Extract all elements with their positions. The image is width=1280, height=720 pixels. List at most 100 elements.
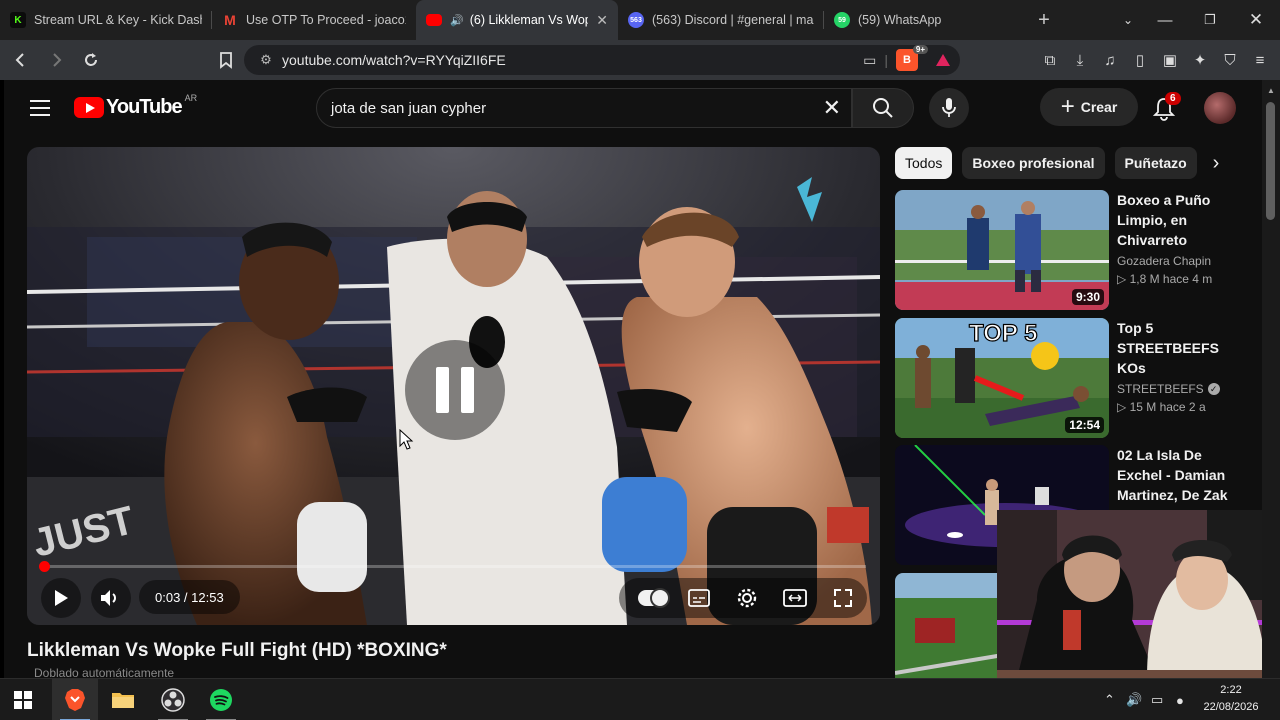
time-display: 0:03 / 12:53: [139, 580, 240, 614]
notifications-button[interactable]: 6: [1149, 92, 1181, 124]
volume-icon: [101, 590, 116, 606]
video-player[interactable]: JUST 0:03 / 12:53: [27, 147, 880, 625]
search-button[interactable]: [852, 88, 914, 128]
video-thumbnail[interactable]: TOP 5 12:54: [895, 318, 1109, 438]
downloads-icon[interactable]: ⤓: [1069, 49, 1091, 71]
chip-todos[interactable]: Todos: [895, 147, 953, 179]
new-tab-button[interactable]: +: [1024, 0, 1064, 40]
fullscreen-icon: [834, 589, 852, 607]
menu-icon[interactable]: ≡: [1249, 49, 1271, 71]
brave-shields-icon[interactable]: B 9+: [896, 45, 928, 71]
shields-badge: 9+: [912, 45, 928, 54]
video-thumbnail[interactable]: 9:30: [895, 190, 1109, 310]
taskbar-obs[interactable]: [150, 679, 196, 720]
settings-button[interactable]: [729, 582, 765, 614]
reload-button[interactable]: [76, 45, 106, 75]
autoplay-toggle[interactable]: [635, 582, 671, 614]
tab-title: Stream URL & Key - Kick Dash: [34, 13, 202, 27]
hamburger-menu-icon[interactable]: [28, 98, 52, 118]
close-window-button[interactable]: ✕: [1234, 0, 1278, 40]
taskbar-brave[interactable]: [52, 679, 98, 720]
theater-mode-button[interactable]: [777, 582, 813, 614]
recommendation-item[interactable]: TOP 5 12:54 Top 5 STREETBEEFS KOs STREET…: [895, 318, 1235, 438]
country-code: AR: [184, 92, 198, 103]
forward-button[interactable]: [41, 45, 71, 75]
start-button[interactable]: [0, 679, 46, 720]
spotify-icon: [210, 689, 232, 711]
wallet-icon[interactable]: ▣: [1159, 49, 1181, 71]
cast-icon[interactable]: ▭: [863, 52, 876, 69]
site-info-icon[interactable]: ⚙: [252, 52, 280, 68]
progress-bar[interactable]: [39, 561, 866, 572]
kick-icon: K: [10, 12, 26, 28]
screen: K Stream URL & Key - Kick Dash M Use OTP…: [0, 0, 1280, 720]
chips-next-chevron-icon[interactable]: ›: [1200, 147, 1232, 179]
speaker-tray-icon[interactable]: 🔊: [1126, 679, 1142, 720]
play-button[interactable]: [41, 578, 81, 618]
volume-button[interactable]: [91, 578, 131, 618]
channel-row[interactable]: STREETBEEFS ✓: [1117, 382, 1239, 396]
taskbar-spotify[interactable]: [198, 679, 244, 720]
tab-title: (59) WhatsApp: [858, 13, 942, 27]
recommendation-title[interactable]: Boxeo a Puño Limpio, en Chivarreto Edici…: [1117, 190, 1239, 250]
verified-check-icon: ✓: [1207, 383, 1220, 395]
clear-search-icon[interactable]: ✕: [823, 96, 841, 120]
microphone-tray-icon[interactable]: ●: [1176, 679, 1184, 720]
extensions-icon[interactable]: ⧉: [1039, 49, 1061, 71]
tab-title: Use OTP To Proceed - joaco10: [246, 13, 406, 27]
browser-tab-discord[interactable]: 563 (563) Discord | #general | mak: [618, 0, 824, 40]
show-hidden-icons-chevron[interactable]: ⌃: [1104, 679, 1115, 720]
theater-icon: [783, 589, 807, 607]
folder-icon: [112, 693, 134, 708]
browser-tab-youtube[interactable]: 🔊 (6) Likkleman Vs Wopke ✕: [416, 0, 618, 40]
vpn-shield-icon[interactable]: ⛉: [1219, 49, 1241, 71]
dubbed-label: Doblado automáticamente: [34, 666, 175, 678]
sidebar-icon[interactable]: ▯: [1129, 49, 1151, 71]
restore-button[interactable]: ❐: [1188, 0, 1232, 40]
minimize-button[interactable]: —: [1143, 0, 1187, 40]
search-input[interactable]: jota de san juan cypher ✕: [316, 88, 852, 128]
browser-tab-kick[interactable]: K Stream URL & Key - Kick Dash: [0, 0, 212, 40]
youtube-logo[interactable]: YouTube AR: [74, 92, 198, 119]
pause-overlay-icon[interactable]: [405, 340, 505, 440]
chip-punetazo[interactable]: Puñetazo: [1114, 147, 1197, 179]
brave-rewards-icon[interactable]: [936, 54, 950, 66]
scrollbar-thumb[interactable]: [1266, 102, 1275, 220]
bookmark-icon[interactable]: [211, 45, 241, 75]
back-button[interactable]: [6, 45, 36, 75]
recommendation-item[interactable]: 9:30 Boxeo a Puño Limpio, en Chivarreto …: [895, 190, 1235, 310]
browser-tab-strip: K Stream URL & Key - Kick Dash M Use OTP…: [0, 0, 1280, 40]
avatar[interactable]: [1204, 92, 1236, 124]
media-icon[interactable]: ♫: [1099, 49, 1121, 71]
chip-boxeo-profesional[interactable]: Boxeo profesional: [962, 147, 1105, 179]
fullscreen-button[interactable]: [825, 582, 861, 614]
clock-time: 2:22: [1220, 684, 1242, 696]
channel-name[interactable]: STREETBEEFS: [1117, 382, 1204, 396]
leo-ai-icon[interactable]: ✦: [1189, 49, 1211, 71]
taskbar-clock[interactable]: 2:22 22/08/2026: [1196, 682, 1266, 716]
video-duration: 9:30: [1071, 289, 1104, 305]
browser-tab-whatsapp[interactable]: 59 (59) WhatsApp: [824, 0, 1024, 40]
subtitles-icon: [688, 589, 710, 607]
windows-taskbar: ⌃ 🔊 ▭ ● 2:22 22/08/2026: [0, 678, 1280, 720]
close-tab-icon[interactable]: ✕: [596, 12, 608, 29]
taskbar-file-explorer[interactable]: [100, 679, 146, 720]
webcam-overlay: [997, 510, 1280, 678]
recommendation-title[interactable]: 02 La Isla De Exchel - Damian Martinez, …: [1117, 445, 1239, 505]
create-button[interactable]: + Crear: [1040, 88, 1138, 126]
network-icon[interactable]: ▭: [1151, 679, 1163, 720]
subtitles-button[interactable]: [681, 582, 717, 614]
create-label: Crear: [1080, 99, 1118, 115]
tab-title: (563) Discord | #general | mak: [652, 13, 814, 27]
speaker-icon[interactable]: 🔊: [450, 14, 464, 27]
voice-search-button[interactable]: [929, 88, 969, 128]
browser-tab-gmail[interactable]: M Use OTP To Proceed - joaco10: [212, 0, 416, 40]
scroll-up-arrow-icon[interactable]: ▲: [1267, 86, 1275, 95]
recommendation-title[interactable]: Top 5 STREETBEEFS KOs: [1117, 318, 1239, 378]
channel-name[interactable]: Gozadera Chapin: [1117, 254, 1239, 268]
search-query: jota de san juan cypher: [331, 99, 487, 117]
address-bar[interactable]: ⚙ youtube.com/watch?v=RYYqiZII6FE ▭ | B9…: [244, 45, 960, 75]
page-scrollbar[interactable]: ▲: [1262, 80, 1280, 678]
youtube-play-logo-icon: [74, 97, 104, 118]
views-age: ▷ 15 M hace 2 a: [1117, 400, 1206, 414]
